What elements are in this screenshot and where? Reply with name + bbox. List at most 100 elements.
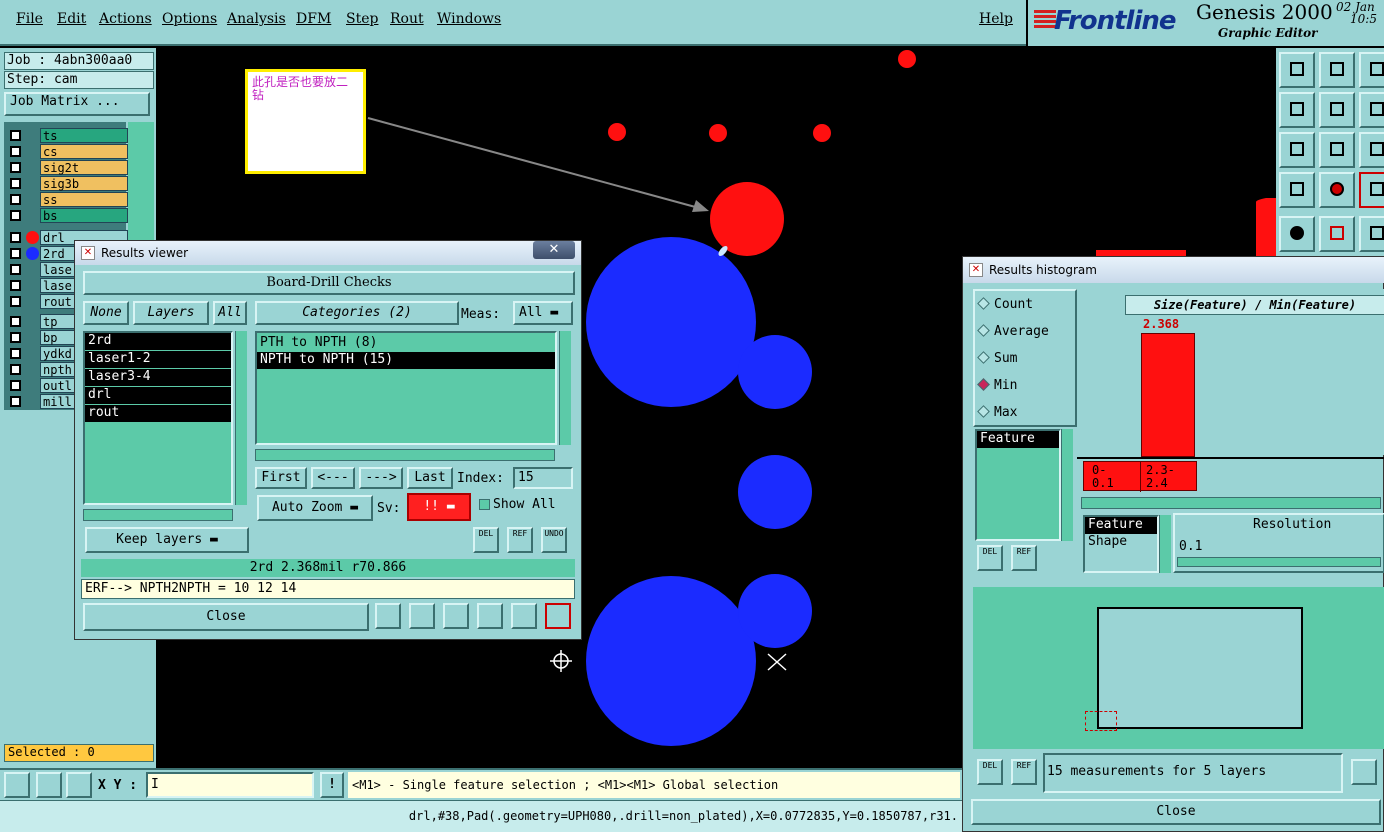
- settings-icon[interactable]: [1279, 172, 1315, 208]
- measure-icon[interactable]: [1279, 216, 1315, 252]
- histogram-icon[interactable]: [545, 603, 571, 629]
- menu-help[interactable]: Help: [979, 11, 1013, 27]
- result-layer-item[interactable]: laser1-2: [85, 351, 231, 368]
- layer-name[interactable]: ts: [40, 128, 128, 143]
- menu-actions[interactable]: Actions: [99, 11, 152, 27]
- pad-red-small[interactable]: [608, 123, 626, 141]
- select-none-button[interactable]: None: [83, 301, 129, 325]
- aggregate-radio-sum[interactable]: Sum: [977, 351, 1017, 366]
- layer-checkbox[interactable]: [10, 332, 21, 343]
- next-button[interactable]: --->: [359, 467, 403, 489]
- resize-icon[interactable]: [4, 772, 30, 798]
- menu-rout[interactable]: Rout: [390, 11, 424, 27]
- layer-checkbox[interactable]: [10, 194, 21, 205]
- del-icon[interactable]: DEL: [473, 527, 499, 553]
- report-icon[interactable]: [375, 603, 401, 629]
- menu-windows[interactable]: Windows: [437, 11, 501, 27]
- layer-results-list[interactable]: 2rd laser1-2 laser3-4 drl rout: [83, 331, 233, 505]
- redraw-icon[interactable]: [1359, 92, 1384, 128]
- ref-icon[interactable]: REF: [507, 527, 533, 553]
- result-layer-item[interactable]: rout: [85, 405, 231, 422]
- categories-toggle[interactable]: Categories (2): [255, 301, 459, 325]
- menu-step[interactable]: Step: [346, 11, 378, 27]
- layer-checkbox[interactable]: [10, 264, 21, 275]
- category-list[interactable]: PTH to NPTH (8) NPTH to NPTH (15): [255, 331, 557, 445]
- ref-icon[interactable]: REF: [1011, 545, 1037, 571]
- histogram-bar[interactable]: [1141, 333, 1195, 457]
- layer-checkbox[interactable]: [10, 162, 21, 173]
- feature-item[interactable]: Feature: [977, 431, 1059, 448]
- meas-select[interactable]: All ▬: [513, 301, 573, 325]
- annotation-note[interactable]: 此孔是否也要放二钻: [245, 69, 366, 174]
- layer-checkbox[interactable]: [10, 178, 21, 189]
- scale-icon[interactable]: [36, 772, 62, 798]
- auto-zoom-select[interactable]: Auto Zoom ▬: [257, 495, 373, 521]
- layer-name[interactable]: cs: [40, 144, 128, 159]
- result-layer-item[interactable]: 2rd: [85, 333, 231, 350]
- menu-options[interactable]: Options: [162, 11, 217, 27]
- layer-row[interactable]: sig3b: [8, 176, 128, 191]
- pad-red-large[interactable]: [710, 182, 784, 256]
- layer-results-scrollbar[interactable]: [235, 331, 247, 505]
- layer-row[interactable]: sig2t: [8, 160, 128, 175]
- grid-toggle-icon[interactable]: [66, 772, 92, 798]
- layer-checkbox[interactable]: [10, 232, 21, 243]
- pad-red-small[interactable]: [813, 124, 831, 142]
- histogram-close-button[interactable]: Close: [971, 799, 1381, 825]
- last-button[interactable]: Last: [407, 467, 453, 489]
- pan-right-icon[interactable]: [1319, 92, 1355, 128]
- show-all-checkbox[interactable]: [479, 499, 490, 510]
- layer-row[interactable]: cs: [8, 144, 128, 159]
- undo-icon[interactable]: UNDO: [541, 527, 567, 553]
- del-icon[interactable]: DEL: [977, 545, 1003, 571]
- zoom-window-icon[interactable]: [1359, 52, 1384, 88]
- pad-blue-medium[interactable]: [738, 335, 812, 409]
- export-icon[interactable]: [1351, 759, 1377, 785]
- keep-layers-select[interactable]: Keep layers ▬: [85, 527, 249, 553]
- feature-scrollbar[interactable]: [1061, 429, 1073, 541]
- histogram-hscroll[interactable]: [1081, 497, 1381, 509]
- ref-icon[interactable]: REF: [1011, 759, 1037, 785]
- layer-checkbox[interactable]: [10, 210, 21, 221]
- chart-icon[interactable]: [409, 603, 435, 629]
- category-scrollbar[interactable]: [559, 331, 571, 445]
- category-hscroll[interactable]: [255, 449, 555, 461]
- aggregate-radio-average[interactable]: Average: [977, 324, 1049, 339]
- category-item[interactable]: NPTH to NPTH (15): [257, 352, 555, 369]
- pad-blue-medium[interactable]: [738, 455, 812, 529]
- window-close-icon[interactable]: ✕: [533, 241, 575, 259]
- ruler-icon[interactable]: [1359, 216, 1384, 252]
- layer-checkbox[interactable]: [10, 364, 21, 375]
- menu-edit[interactable]: Edit: [57, 11, 86, 27]
- layer-checkbox[interactable]: [10, 280, 21, 291]
- index-input[interactable]: 15: [513, 467, 573, 489]
- pan-up-icon[interactable]: [1279, 52, 1315, 88]
- layer-checkbox[interactable]: [10, 316, 21, 327]
- pan-left-icon[interactable]: [1279, 92, 1315, 128]
- result-layer-item[interactable]: drl: [85, 387, 231, 404]
- menu-analysis[interactable]: Analysis: [227, 11, 286, 27]
- prev-button[interactable]: <---: [311, 467, 355, 489]
- zoom-in-icon[interactable]: [1279, 132, 1315, 168]
- pad-blue-large[interactable]: [586, 576, 756, 746]
- aggregate-radio-count[interactable]: Count: [977, 297, 1033, 312]
- draw-icon[interactable]: [1319, 216, 1355, 252]
- layer-name[interactable]: sig3b: [40, 176, 128, 191]
- group-item[interactable]: Feature: [1085, 517, 1157, 534]
- layer-name[interactable]: sig2t: [40, 160, 128, 175]
- result-layer-item[interactable]: laser3-4: [85, 369, 231, 386]
- zoom-home-icon[interactable]: [1319, 132, 1355, 168]
- job-matrix-button[interactable]: Job Matrix ...: [4, 92, 150, 116]
- layer-name[interactable]: ss: [40, 192, 128, 207]
- layer-checkbox[interactable]: [10, 146, 21, 157]
- layer-checkbox[interactable]: [10, 348, 21, 359]
- layer-row[interactable]: ss: [8, 192, 128, 207]
- category-item[interactable]: PTH to NPTH (8): [257, 335, 555, 352]
- pan-down-icon[interactable]: [1319, 52, 1355, 88]
- severity-select[interactable]: !! ▬: [407, 493, 471, 521]
- layer-results-hscroll[interactable]: [83, 509, 233, 521]
- layer-row[interactable]: ts: [8, 128, 128, 143]
- preview-board[interactable]: [1097, 607, 1303, 729]
- pad-red-small[interactable]: [709, 124, 727, 142]
- feature-list[interactable]: Feature: [975, 429, 1061, 541]
